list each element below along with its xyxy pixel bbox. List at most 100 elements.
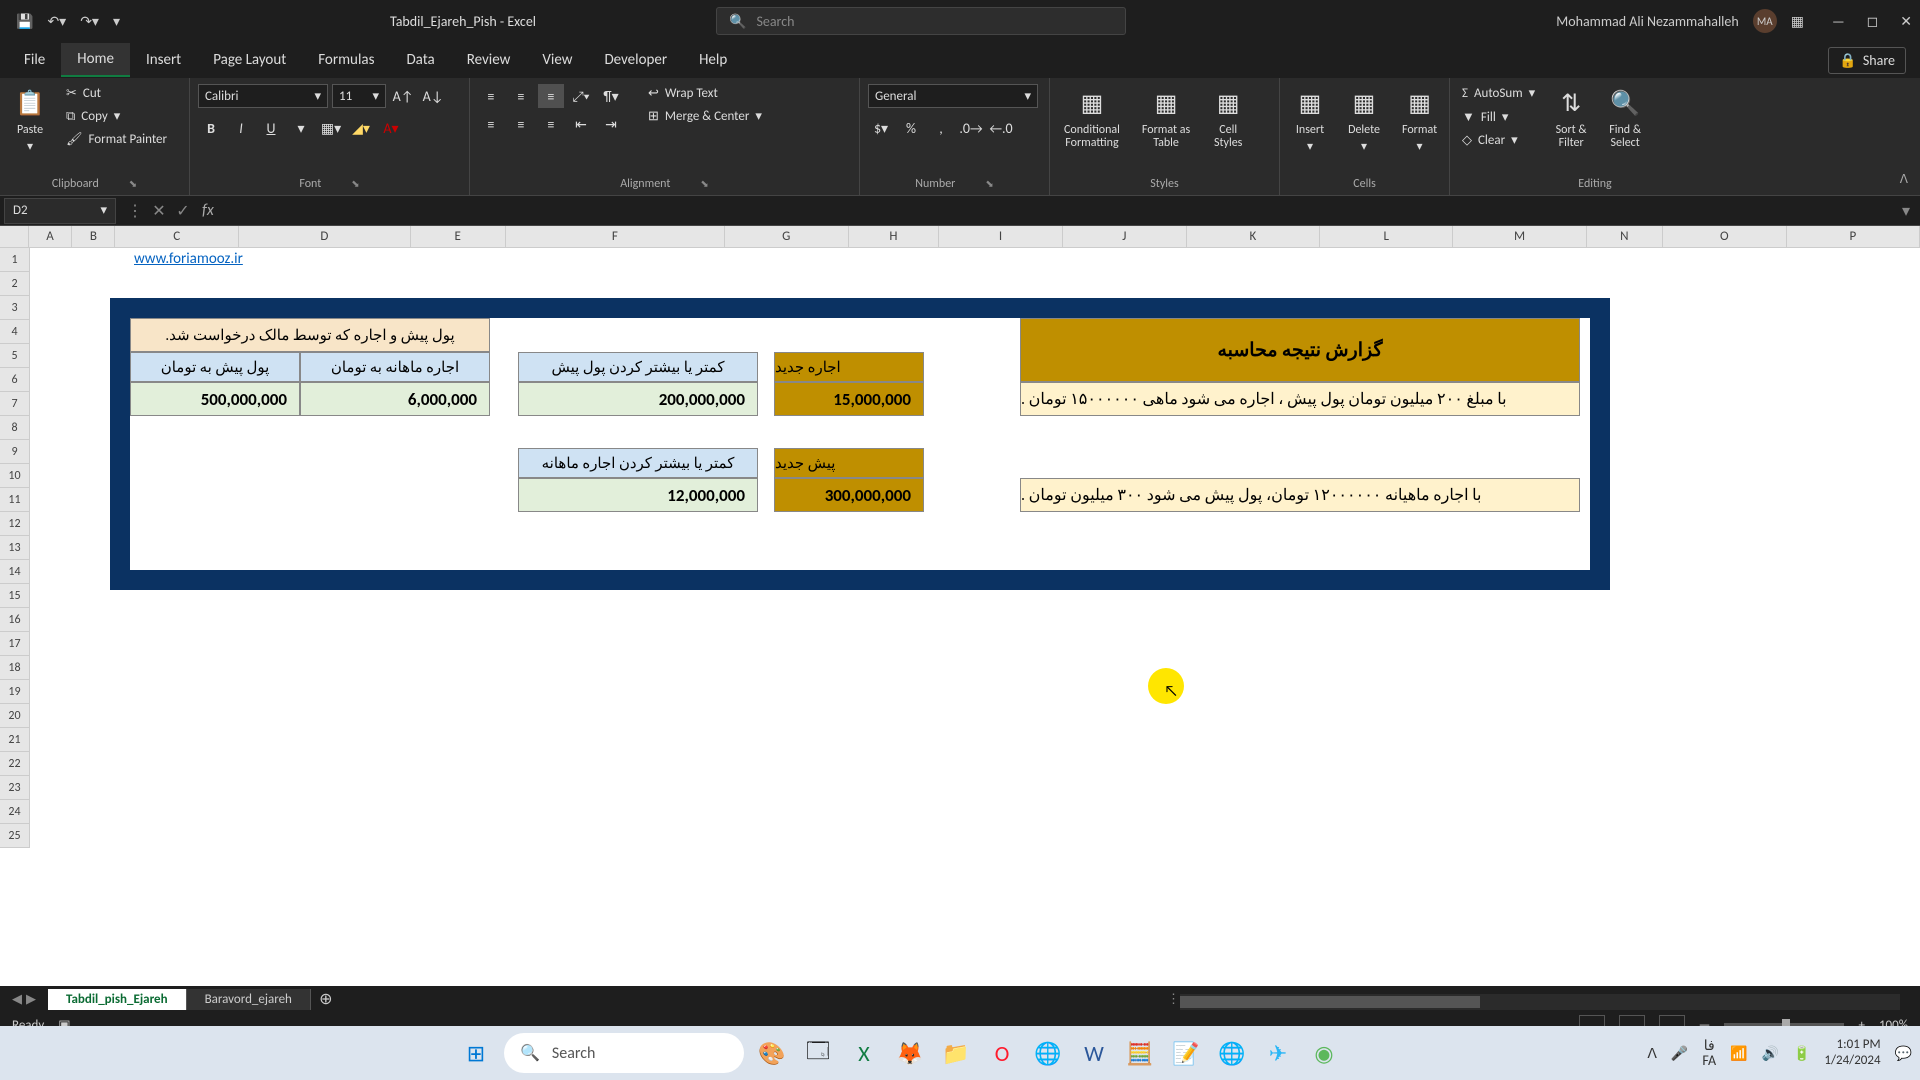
merge-center-button[interactable]: ⊞Merge & Center▾ — [644, 107, 766, 126]
column-header[interactable]: I — [939, 226, 1063, 247]
qat-more-icon[interactable]: ▾ — [113, 13, 120, 30]
column-header[interactable]: O — [1663, 226, 1787, 247]
tab-developer[interactable]: Developer — [588, 44, 683, 76]
column-header[interactable]: C — [115, 226, 239, 247]
column-header[interactable]: D — [239, 226, 410, 247]
volume-icon[interactable]: 🔊 — [1762, 1045, 1779, 1062]
tab-home[interactable]: Home — [61, 43, 130, 77]
lang-indicator-1[interactable]: فا — [1702, 1038, 1716, 1053]
find-select-button[interactable]: 🔍Find & Select — [1603, 84, 1647, 154]
camtasia-icon[interactable]: ◉ — [1306, 1035, 1342, 1071]
notifications-icon[interactable]: 💬 — [1895, 1045, 1912, 1062]
close-icon[interactable]: ✕ — [1900, 13, 1912, 30]
increase-font-icon[interactable]: A↑ — [390, 84, 416, 108]
namebox-split-icon[interactable]: ⋮ — [124, 201, 146, 221]
scrollbar-thumb[interactable] — [1180, 996, 1480, 1008]
fill-button[interactable]: ▼Fill▾ — [1458, 107, 1539, 127]
row-header[interactable]: 18 — [0, 656, 30, 680]
wifi-icon[interactable]: 📶 — [1730, 1045, 1747, 1062]
explorer-icon[interactable]: 🗔 — [800, 1035, 836, 1071]
number-format-select[interactable]: General▾ — [868, 84, 1038, 108]
taskbar-search[interactable]: 🔍 Search — [504, 1033, 744, 1073]
tab-review[interactable]: Review — [451, 44, 527, 76]
firefox-icon[interactable]: 🦊 — [892, 1035, 928, 1071]
row-header[interactable]: 23 — [0, 776, 30, 800]
cut-button[interactable]: ✂Cut — [62, 84, 171, 103]
chevron-down-icon[interactable]: ▾ — [288, 116, 314, 140]
column-header[interactable]: E — [411, 226, 506, 247]
currency-icon[interactable]: $▾ — [868, 116, 894, 140]
row-header[interactable]: 6 — [0, 368, 30, 392]
format-painter-button[interactable]: 🖌Format Painter — [62, 130, 171, 149]
redo-icon[interactable]: ↷▾ — [80, 13, 99, 30]
edge-icon[interactable]: 🌐 — [1030, 1035, 1066, 1071]
tray-expand-icon[interactable]: ᐱ — [1647, 1045, 1657, 1062]
row-header[interactable]: 20 — [0, 704, 30, 728]
comma-icon[interactable]: , — [928, 116, 954, 140]
tab-data[interactable]: Data — [390, 44, 450, 76]
cancel-formula-icon[interactable]: ✕ — [148, 201, 170, 221]
number-launcher[interactable]: ⬊ — [985, 177, 993, 191]
align-middle-icon[interactable]: ≡ — [508, 84, 534, 108]
column-header[interactable]: B — [72, 226, 115, 247]
row-header[interactable]: 7 — [0, 392, 30, 416]
row-header[interactable]: 14 — [0, 560, 30, 584]
clear-button[interactable]: ◇Clear▾ — [1458, 131, 1539, 150]
calculator-icon[interactable]: 🧮 — [1122, 1035, 1158, 1071]
folder-icon[interactable]: 📁 — [938, 1035, 974, 1071]
minimize-icon[interactable]: — — [1832, 13, 1845, 30]
font-launcher[interactable]: ⬊ — [351, 177, 359, 191]
column-header[interactable]: H — [849, 226, 939, 247]
fill-color-button[interactable]: ◢▾ — [348, 116, 374, 140]
bold-button[interactable]: B — [198, 116, 224, 140]
name-box[interactable]: D2▾ — [4, 198, 116, 224]
share-button[interactable]: 🔒 Share — [1828, 47, 1906, 74]
font-size-select[interactable]: 11▾ — [332, 84, 386, 108]
column-header[interactable]: A — [29, 226, 73, 247]
save-icon[interactable]: 💾 — [16, 13, 33, 30]
alignment-launcher[interactable]: ⬊ — [700, 177, 708, 191]
column-header[interactable]: K — [1187, 226, 1320, 247]
horizontal-scrollbar[interactable] — [1180, 994, 1900, 1010]
align-center-icon[interactable]: ≡ — [508, 112, 534, 136]
column-header[interactable]: F — [506, 226, 725, 247]
tab-insert[interactable]: Insert — [130, 44, 197, 76]
row-header[interactable]: 2 — [0, 272, 30, 296]
wrap-text-button[interactable]: ↩Wrap Text — [644, 84, 766, 103]
underline-button[interactable]: U — [258, 116, 284, 140]
cell-styles-button[interactable]: ▦Cell Styles — [1206, 84, 1250, 154]
row-header[interactable]: 15 — [0, 584, 30, 608]
app-icon[interactable]: 🎨 — [754, 1035, 790, 1071]
decrease-indent-icon[interactable]: ⇤ — [568, 112, 594, 136]
row-header[interactable]: 8 — [0, 416, 30, 440]
tab-page-layout[interactable]: Page Layout — [197, 44, 302, 76]
tab-formulas[interactable]: Formulas — [302, 44, 390, 76]
row-header[interactable]: 4 — [0, 320, 30, 344]
decrease-decimal-icon[interactable]: ←.0 — [988, 116, 1014, 140]
row-header[interactable]: 1 — [0, 248, 30, 272]
row-header[interactable]: 17 — [0, 632, 30, 656]
row-header[interactable]: 12 — [0, 512, 30, 536]
font-name-select[interactable]: Calibri▾ — [198, 84, 328, 108]
italic-button[interactable]: I — [228, 116, 254, 140]
mic-icon[interactable]: 🎤 — [1671, 1045, 1688, 1062]
row-header[interactable]: 25 — [0, 824, 30, 848]
enter-formula-icon[interactable]: ✓ — [172, 201, 194, 221]
insert-cells-button[interactable]: ▦Insert▾ — [1288, 84, 1332, 158]
paste-button[interactable]: 📋 Paste ▾ — [8, 84, 52, 158]
column-header[interactable]: M — [1453, 226, 1586, 247]
increase-decimal-icon[interactable]: .0→ — [958, 116, 984, 140]
fx-icon[interactable]: fx — [202, 201, 214, 220]
align-left-icon[interactable]: ≡ — [478, 112, 504, 136]
row-header[interactable]: 24 — [0, 800, 30, 824]
conditional-formatting-button[interactable]: ▦Conditional Formatting — [1058, 84, 1126, 154]
increase-indent-icon[interactable]: ⇥ — [598, 112, 624, 136]
align-right-icon[interactable]: ≡ — [538, 112, 564, 136]
row-header[interactable]: 16 — [0, 608, 30, 632]
autosum-button[interactable]: ΣAutoSum▾ — [1458, 84, 1539, 103]
align-top-icon[interactable]: ≡ — [478, 84, 504, 108]
collapse-ribbon-icon[interactable]: ᐱ — [1900, 172, 1908, 187]
column-header[interactable]: N — [1587, 226, 1663, 247]
row-header[interactable]: 21 — [0, 728, 30, 752]
tab-help[interactable]: Help — [683, 44, 743, 76]
